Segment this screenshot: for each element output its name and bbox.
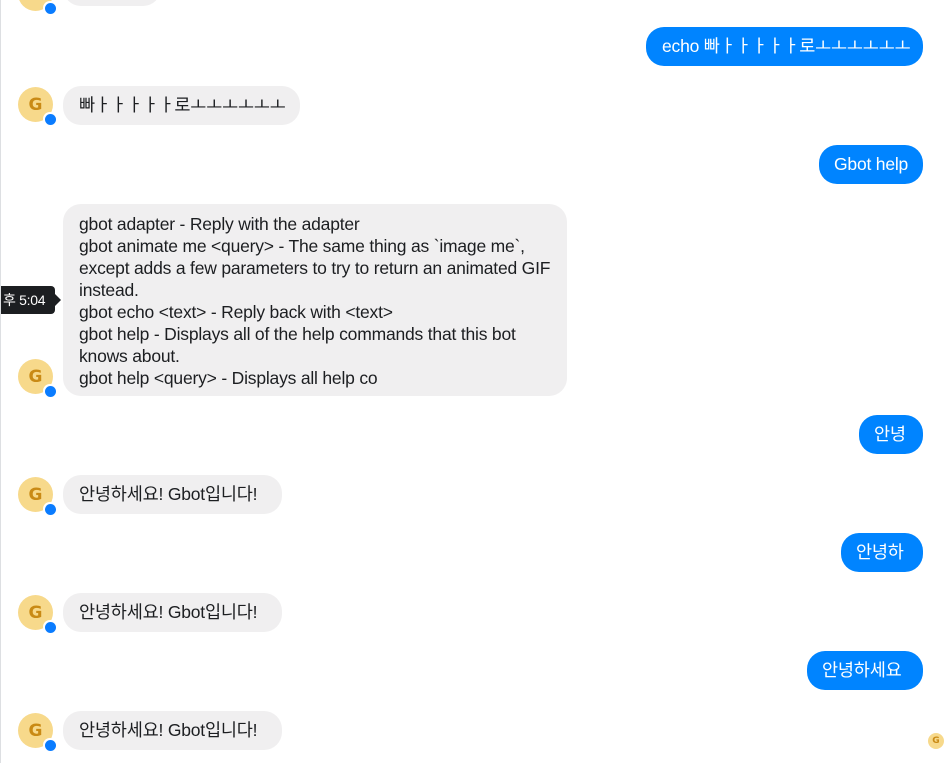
messenger-icon [43, 112, 57, 126]
incoming-message-bubble[interactable]: gbot adapter - Reply with the adapter gb… [63, 204, 567, 396]
avatar-letter: G [29, 0, 43, 4]
incoming-message-bubble[interactable]: 안녕하세요! Gbot입니다! [63, 711, 282, 750]
read-receipt-avatar: G [928, 733, 944, 749]
avatar-letter: G [28, 484, 43, 505]
messenger-icon [43, 738, 57, 752]
avatar-letter: G [28, 366, 43, 387]
outgoing-message-bubble[interactable]: 안녕하 [841, 533, 923, 572]
incoming-message-bubble-partial[interactable] [63, 0, 161, 6]
bot-avatar[interactable]: G [18, 477, 57, 516]
bot-avatar[interactable]: G [18, 0, 57, 15]
message-thread: G echo 빠ㅏㅏㅏㅏㅏ로ㅗㅗㅗㅗㅗㅗ G 빠ㅏㅏㅏㅏㅏ로ㅗㅗㅗㅗㅗㅗ Gbo… [0, 0, 948, 763]
outgoing-message-bubble[interactable]: 안녕하세요 [807, 651, 923, 690]
incoming-message-bubble[interactable]: 빠ㅏㅏㅏㅏㅏ로ㅗㅗㅗㅗㅗㅗ [63, 86, 300, 125]
messenger-icon [43, 1, 57, 15]
avatar-letter: G [28, 94, 43, 115]
avatar-letter: G [28, 602, 43, 623]
messenger-icon [43, 620, 57, 634]
outgoing-message-bubble[interactable]: 안녕 [859, 415, 923, 454]
bot-avatar[interactable]: G [18, 359, 57, 398]
timestamp-text: 후 5:04 [3, 292, 46, 308]
outgoing-message-bubble[interactable]: echo 빠ㅏㅏㅏㅏㅏ로ㅗㅗㅗㅗㅗㅗ [646, 27, 923, 66]
outgoing-message-bubble[interactable]: Gbot help [819, 145, 923, 184]
bot-avatar[interactable]: G [18, 87, 57, 126]
timestamp-tooltip: 후 5:04 [1, 286, 62, 314]
messenger-icon [43, 384, 57, 398]
bot-avatar[interactable]: G [18, 595, 57, 634]
avatar-letter: G [28, 720, 43, 741]
messenger-icon [43, 502, 57, 516]
read-receipt-letter: G [932, 736, 940, 746]
incoming-message-bubble[interactable]: 안녕하세요! Gbot입니다! [63, 475, 282, 514]
bot-avatar[interactable]: G [18, 713, 57, 752]
incoming-message-bubble[interactable]: 안녕하세요! Gbot입니다! [63, 593, 282, 632]
